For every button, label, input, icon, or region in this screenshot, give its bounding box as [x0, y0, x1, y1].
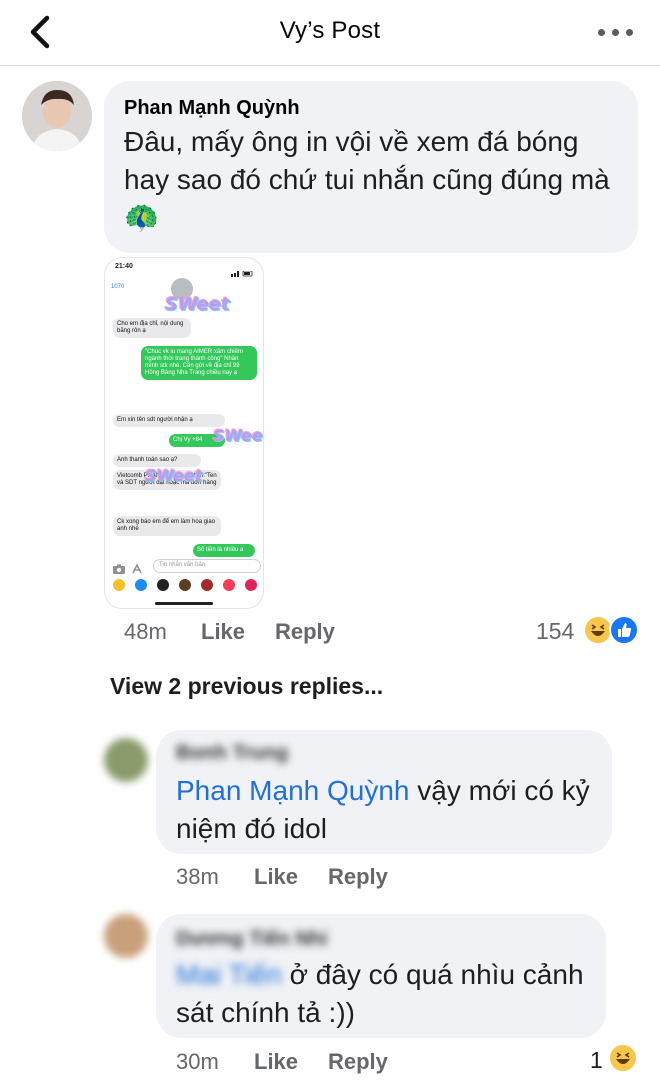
post-header: Vy’s Post [0, 0, 660, 66]
sticker: SWeet [165, 294, 230, 315]
home-indicator [155, 602, 213, 605]
signal-icon [231, 264, 253, 277]
message-bubble: "Chúc vk iu mang AIMER xâm chiếm ngành t… [141, 346, 257, 380]
message-bubble: Ck xong báo em để em làm hoa giao anh nh… [113, 516, 221, 536]
reply-bubble[interactable]: Bonh Trung Phan Mạnh Quỳnh vậy mới có kỷ… [156, 730, 612, 854]
messages-back-badge: 1070 [111, 284, 125, 290]
message-bubble: Số tiền là nhiêu a [193, 544, 255, 557]
person-photo-icon [22, 81, 92, 151]
reply-button[interactable]: Reply [275, 619, 335, 645]
message-input: Tin nhắn văn bản [153, 559, 261, 573]
message-bubble: Em xin tên sdt người nhận ạ [113, 414, 225, 427]
app-drawer [111, 577, 259, 593]
appstore-icon [131, 561, 143, 574]
comment-author[interactable]: Phan Mạnh Quỳnh [124, 97, 300, 120]
sticker: SWeet [145, 466, 203, 485]
message-bubble: Cho em địa chỉ, nội dung băng rôn ạ [113, 318, 191, 338]
status-time: 21:40 [115, 263, 133, 270]
mention-link[interactable]: Phan Mạnh Quỳnh [176, 775, 410, 806]
reply-time: 30m [176, 1049, 219, 1074]
avatar[interactable] [22, 81, 92, 151]
reply-author[interactable]: Dương Tiến Nhi [176, 928, 328, 951]
view-previous-replies-link[interactable]: View 2 previous replies... [110, 673, 383, 700]
photos-icon [113, 579, 125, 591]
more-options-button[interactable] [596, 18, 636, 46]
camera-icon [113, 561, 125, 574]
attached-image[interactable]: 21:40 1070 SWeet Cho em địa chỉ, nội dun… [104, 257, 264, 609]
memoji-icon [157, 579, 169, 591]
sticker: SWeet [213, 426, 263, 445]
comment-text: Đâu, mấy ông in vội về xem đá bóng hay s… [124, 126, 610, 195]
like-icon[interactable] [609, 615, 639, 645]
comment-time: 48m [124, 619, 167, 644]
reply-bubble[interactable]: Dương Tiến Nhi Mai Tiến ở đây có quá nhì… [156, 914, 606, 1038]
sticker-icon [179, 579, 191, 591]
dot-icon [626, 29, 633, 36]
page-title: Vy’s Post [279, 17, 381, 44]
reaction-count[interactable]: 154 [536, 618, 574, 645]
appstore-icon [135, 579, 147, 591]
like-button[interactable]: Like [254, 1049, 298, 1075]
heart-icon [245, 579, 257, 591]
comment-bubble[interactable]: Phan Mạnh Quỳnh Đâu, mấy ông in vội về x… [104, 81, 638, 253]
reply-button[interactable]: Reply [328, 864, 388, 890]
reply-text: Phan Mạnh Quỳnh vậy mới có kỷ niệm đó id… [176, 772, 596, 848]
mention-link[interactable]: Mai Tiến [176, 959, 282, 990]
dot-icon [598, 29, 605, 36]
reply-button[interactable]: Reply [328, 1049, 388, 1075]
music-icon [223, 579, 235, 591]
like-button[interactable]: Like [201, 619, 245, 645]
reply-time: 38m [176, 864, 219, 889]
avatar[interactable] [104, 914, 148, 958]
dot-icon [612, 29, 619, 36]
sticker-icon [201, 579, 213, 591]
like-button[interactable]: Like [254, 864, 298, 890]
avatar[interactable] [104, 738, 148, 782]
reaction-count[interactable]: 1 [590, 1047, 603, 1074]
haha-icon[interactable] [608, 1043, 638, 1073]
reply-author[interactable]: Bonh Trung [176, 742, 288, 765]
reply-text: Mai Tiến ở đây có quá nhìu cảnh sát chín… [176, 956, 596, 1032]
peacock-emoji: 🦚 [124, 202, 159, 233]
